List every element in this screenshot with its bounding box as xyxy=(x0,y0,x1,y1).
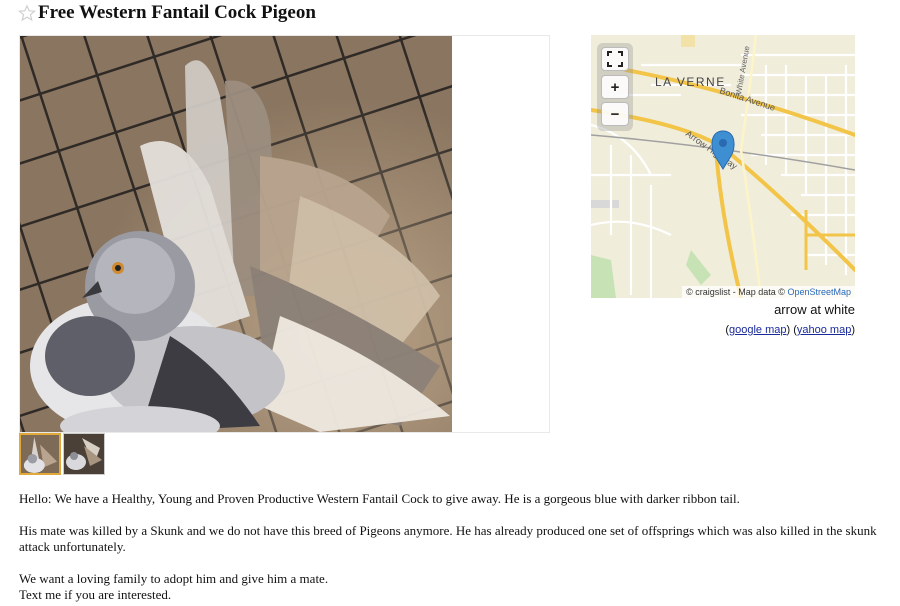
map-links: (google map) (yahoo map) xyxy=(725,324,855,336)
body-paragraph-1: Hello: We have a Healthy, Young and Prov… xyxy=(19,491,740,506)
yahoo-map-link[interactable]: yahoo map xyxy=(797,324,851,336)
body-line-4: Text me if you are interested. xyxy=(19,587,172,602)
main-photo[interactable] xyxy=(20,36,452,432)
map-label-city: LA VERNE xyxy=(655,75,726,89)
pigeon-thumbnail-image xyxy=(64,434,104,474)
zoom-in-button[interactable]: + xyxy=(601,75,629,99)
image-gallery xyxy=(19,35,550,433)
fullscreen-button[interactable] xyxy=(601,47,629,71)
posting-title: Free Western Fantail Cock Pigeon xyxy=(38,2,316,23)
pigeon-thumbnail-image xyxy=(21,435,59,473)
map-attribution: © craigslist - Map data © OpenStreetMap xyxy=(682,286,855,298)
thumbnail-strip xyxy=(19,433,105,475)
location-map[interactable]: LA VERNE Bonita Avenue Arrow Highway Whi… xyxy=(591,35,855,298)
posting-body: Hello: We have a Healthy, Young and Prov… xyxy=(19,491,889,603)
google-map-link[interactable]: google map xyxy=(729,324,787,336)
body-line-3: We want a loving family to adopt him and… xyxy=(19,571,329,586)
pigeon-photo xyxy=(20,36,452,432)
body-paragraph-2: His mate was killed by a Skunk and we do… xyxy=(19,523,877,554)
favorite-star-icon[interactable] xyxy=(18,4,36,22)
fullscreen-icon xyxy=(607,51,623,67)
body-paragraph-3: We want a loving family to adopt him and… xyxy=(19,571,889,603)
map-attribution-text: © craigslist - Map data © xyxy=(686,287,785,297)
thumbnail-2[interactable] xyxy=(63,433,105,475)
title-row: Free Western Fantail Cock Pigeon xyxy=(18,2,316,24)
zoom-out-button[interactable]: − xyxy=(601,102,629,126)
openstreetmap-link[interactable]: OpenStreetMap xyxy=(787,287,851,297)
map-address: arrow at white xyxy=(774,302,855,317)
thumbnail-1[interactable] xyxy=(19,433,61,475)
